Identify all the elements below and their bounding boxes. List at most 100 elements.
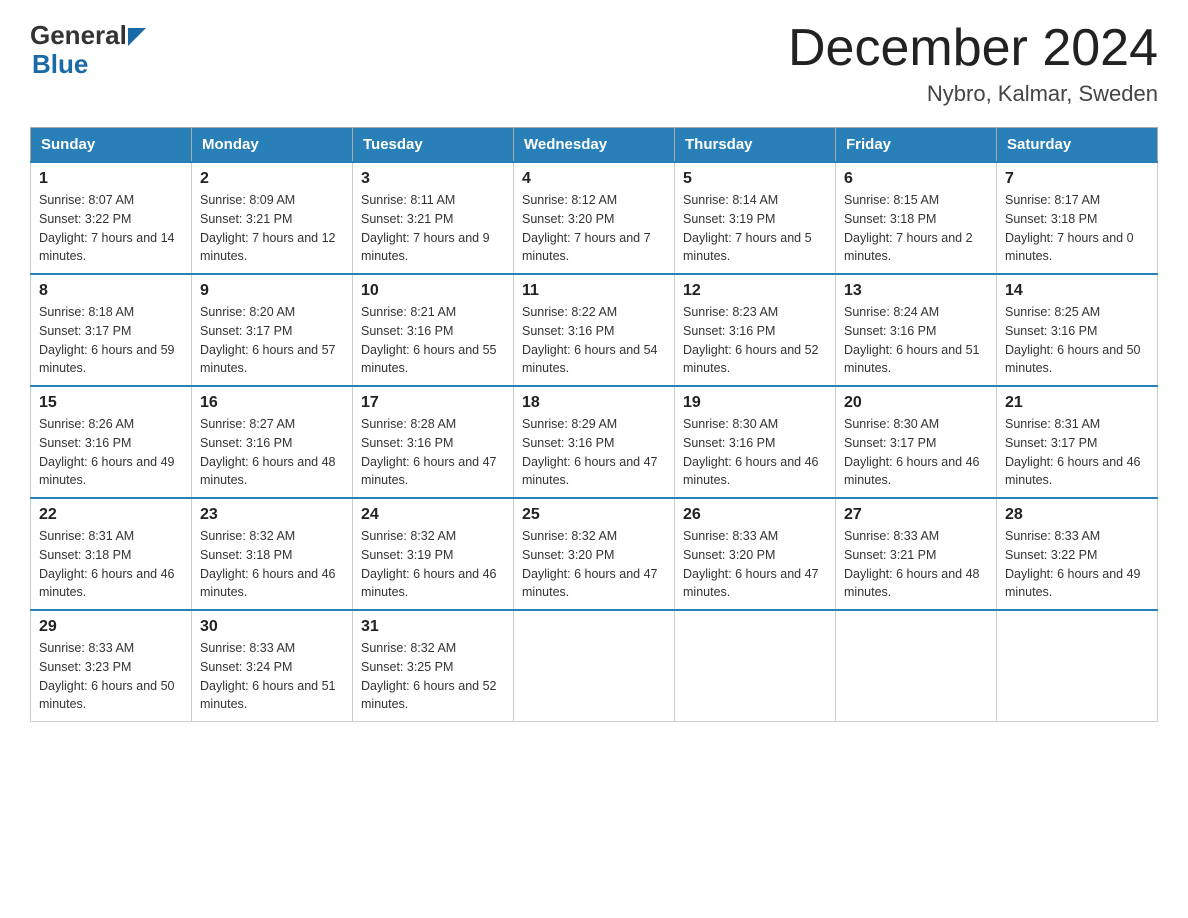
day-number: 11 bbox=[522, 282, 666, 300]
day-number: 1 bbox=[39, 170, 183, 188]
logo-line1: General bbox=[30, 20, 146, 51]
day-number: 21 bbox=[1005, 394, 1149, 412]
calendar-cell: 13 Sunrise: 8:24 AMSunset: 3:16 PMDaylig… bbox=[836, 274, 997, 386]
day-info: Sunrise: 8:31 AMSunset: 3:18 PMDaylight:… bbox=[39, 527, 183, 602]
calendar-cell: 21 Sunrise: 8:31 AMSunset: 3:17 PMDaylig… bbox=[997, 386, 1158, 498]
calendar-cell: 25 Sunrise: 8:32 AMSunset: 3:20 PMDaylig… bbox=[514, 498, 675, 610]
calendar-cell: 20 Sunrise: 8:30 AMSunset: 3:17 PMDaylig… bbox=[836, 386, 997, 498]
day-number: 9 bbox=[200, 282, 344, 300]
calendar-week-row: 1 Sunrise: 8:07 AMSunset: 3:22 PMDayligh… bbox=[31, 162, 1158, 274]
day-number: 31 bbox=[361, 618, 505, 636]
calendar-cell: 7 Sunrise: 8:17 AMSunset: 3:18 PMDayligh… bbox=[997, 162, 1158, 274]
calendar-cell: 5 Sunrise: 8:14 AMSunset: 3:19 PMDayligh… bbox=[675, 162, 836, 274]
calendar-week-row: 8 Sunrise: 8:18 AMSunset: 3:17 PMDayligh… bbox=[31, 274, 1158, 386]
logo: General Blue bbox=[30, 20, 146, 80]
day-info: Sunrise: 8:07 AMSunset: 3:22 PMDaylight:… bbox=[39, 191, 183, 266]
calendar-cell: 15 Sunrise: 8:26 AMSunset: 3:16 PMDaylig… bbox=[31, 386, 192, 498]
day-info: Sunrise: 8:32 AMSunset: 3:25 PMDaylight:… bbox=[361, 639, 505, 714]
day-number: 13 bbox=[844, 282, 988, 300]
calendar-header-row: SundayMondayTuesdayWednesdayThursdayFrid… bbox=[31, 128, 1158, 163]
day-info: Sunrise: 8:32 AMSunset: 3:20 PMDaylight:… bbox=[522, 527, 666, 602]
day-number: 29 bbox=[39, 618, 183, 636]
calendar-cell: 11 Sunrise: 8:22 AMSunset: 3:16 PMDaylig… bbox=[514, 274, 675, 386]
day-info: Sunrise: 8:32 AMSunset: 3:18 PMDaylight:… bbox=[200, 527, 344, 602]
calendar-header-sunday: Sunday bbox=[31, 128, 192, 163]
day-number: 16 bbox=[200, 394, 344, 412]
day-number: 22 bbox=[39, 506, 183, 524]
calendar-cell bbox=[514, 610, 675, 722]
page-header: General Blue December 2024 Nybro, Kalmar… bbox=[30, 20, 1158, 107]
calendar-cell: 17 Sunrise: 8:28 AMSunset: 3:16 PMDaylig… bbox=[353, 386, 514, 498]
day-number: 6 bbox=[844, 170, 988, 188]
calendar-cell: 2 Sunrise: 8:09 AMSunset: 3:21 PMDayligh… bbox=[192, 162, 353, 274]
day-info: Sunrise: 8:26 AMSunset: 3:16 PMDaylight:… bbox=[39, 415, 183, 490]
calendar-cell: 23 Sunrise: 8:32 AMSunset: 3:18 PMDaylig… bbox=[192, 498, 353, 610]
day-info: Sunrise: 8:21 AMSunset: 3:16 PMDaylight:… bbox=[361, 303, 505, 378]
day-info: Sunrise: 8:27 AMSunset: 3:16 PMDaylight:… bbox=[200, 415, 344, 490]
calendar-cell: 12 Sunrise: 8:23 AMSunset: 3:16 PMDaylig… bbox=[675, 274, 836, 386]
calendar-cell: 16 Sunrise: 8:27 AMSunset: 3:16 PMDaylig… bbox=[192, 386, 353, 498]
day-info: Sunrise: 8:32 AMSunset: 3:19 PMDaylight:… bbox=[361, 527, 505, 602]
day-number: 17 bbox=[361, 394, 505, 412]
day-info: Sunrise: 8:09 AMSunset: 3:21 PMDaylight:… bbox=[200, 191, 344, 266]
logo-triangle-icon bbox=[128, 28, 146, 46]
calendar-table: SundayMondayTuesdayWednesdayThursdayFrid… bbox=[30, 127, 1158, 722]
day-info: Sunrise: 8:30 AMSunset: 3:16 PMDaylight:… bbox=[683, 415, 827, 490]
calendar-cell: 1 Sunrise: 8:07 AMSunset: 3:22 PMDayligh… bbox=[31, 162, 192, 274]
day-number: 30 bbox=[200, 618, 344, 636]
calendar-cell: 19 Sunrise: 8:30 AMSunset: 3:16 PMDaylig… bbox=[675, 386, 836, 498]
location-subtitle: Nybro, Kalmar, Sweden bbox=[788, 81, 1158, 107]
day-number: 26 bbox=[683, 506, 827, 524]
day-info: Sunrise: 8:33 AMSunset: 3:20 PMDaylight:… bbox=[683, 527, 827, 602]
day-number: 7 bbox=[1005, 170, 1149, 188]
calendar-cell: 6 Sunrise: 8:15 AMSunset: 3:18 PMDayligh… bbox=[836, 162, 997, 274]
day-number: 28 bbox=[1005, 506, 1149, 524]
calendar-header-wednesday: Wednesday bbox=[514, 128, 675, 163]
calendar-header-friday: Friday bbox=[836, 128, 997, 163]
day-info: Sunrise: 8:29 AMSunset: 3:16 PMDaylight:… bbox=[522, 415, 666, 490]
day-info: Sunrise: 8:22 AMSunset: 3:16 PMDaylight:… bbox=[522, 303, 666, 378]
day-number: 3 bbox=[361, 170, 505, 188]
day-number: 2 bbox=[200, 170, 344, 188]
day-info: Sunrise: 8:20 AMSunset: 3:17 PMDaylight:… bbox=[200, 303, 344, 378]
calendar-cell: 29 Sunrise: 8:33 AMSunset: 3:23 PMDaylig… bbox=[31, 610, 192, 722]
day-number: 18 bbox=[522, 394, 666, 412]
day-number: 23 bbox=[200, 506, 344, 524]
title-block: December 2024 Nybro, Kalmar, Sweden bbox=[788, 20, 1158, 107]
day-number: 25 bbox=[522, 506, 666, 524]
calendar-cell: 18 Sunrise: 8:29 AMSunset: 3:16 PMDaylig… bbox=[514, 386, 675, 498]
calendar-cell: 9 Sunrise: 8:20 AMSunset: 3:17 PMDayligh… bbox=[192, 274, 353, 386]
day-info: Sunrise: 8:33 AMSunset: 3:24 PMDaylight:… bbox=[200, 639, 344, 714]
calendar-cell: 26 Sunrise: 8:33 AMSunset: 3:20 PMDaylig… bbox=[675, 498, 836, 610]
day-number: 27 bbox=[844, 506, 988, 524]
day-info: Sunrise: 8:28 AMSunset: 3:16 PMDaylight:… bbox=[361, 415, 505, 490]
day-number: 10 bbox=[361, 282, 505, 300]
calendar-header-saturday: Saturday bbox=[997, 128, 1158, 163]
day-number: 20 bbox=[844, 394, 988, 412]
day-number: 8 bbox=[39, 282, 183, 300]
calendar-week-row: 29 Sunrise: 8:33 AMSunset: 3:23 PMDaylig… bbox=[31, 610, 1158, 722]
logo-blue-text: Blue bbox=[30, 49, 88, 80]
day-info: Sunrise: 8:33 AMSunset: 3:22 PMDaylight:… bbox=[1005, 527, 1149, 602]
day-info: Sunrise: 8:33 AMSunset: 3:21 PMDaylight:… bbox=[844, 527, 988, 602]
day-info: Sunrise: 8:31 AMSunset: 3:17 PMDaylight:… bbox=[1005, 415, 1149, 490]
day-info: Sunrise: 8:23 AMSunset: 3:16 PMDaylight:… bbox=[683, 303, 827, 378]
day-number: 15 bbox=[39, 394, 183, 412]
calendar-cell: 22 Sunrise: 8:31 AMSunset: 3:18 PMDaylig… bbox=[31, 498, 192, 610]
calendar-header-monday: Monday bbox=[192, 128, 353, 163]
day-number: 12 bbox=[683, 282, 827, 300]
calendar-cell bbox=[836, 610, 997, 722]
calendar-cell: 28 Sunrise: 8:33 AMSunset: 3:22 PMDaylig… bbox=[997, 498, 1158, 610]
calendar-cell: 4 Sunrise: 8:12 AMSunset: 3:20 PMDayligh… bbox=[514, 162, 675, 274]
day-number: 4 bbox=[522, 170, 666, 188]
calendar-week-row: 22 Sunrise: 8:31 AMSunset: 3:18 PMDaylig… bbox=[31, 498, 1158, 610]
calendar-cell: 30 Sunrise: 8:33 AMSunset: 3:24 PMDaylig… bbox=[192, 610, 353, 722]
calendar-cell: 27 Sunrise: 8:33 AMSunset: 3:21 PMDaylig… bbox=[836, 498, 997, 610]
day-info: Sunrise: 8:24 AMSunset: 3:16 PMDaylight:… bbox=[844, 303, 988, 378]
logo-general-text: General bbox=[30, 20, 127, 51]
calendar-header-thursday: Thursday bbox=[675, 128, 836, 163]
day-info: Sunrise: 8:11 AMSunset: 3:21 PMDaylight:… bbox=[361, 191, 505, 266]
calendar-cell: 8 Sunrise: 8:18 AMSunset: 3:17 PMDayligh… bbox=[31, 274, 192, 386]
day-info: Sunrise: 8:15 AMSunset: 3:18 PMDaylight:… bbox=[844, 191, 988, 266]
day-number: 19 bbox=[683, 394, 827, 412]
